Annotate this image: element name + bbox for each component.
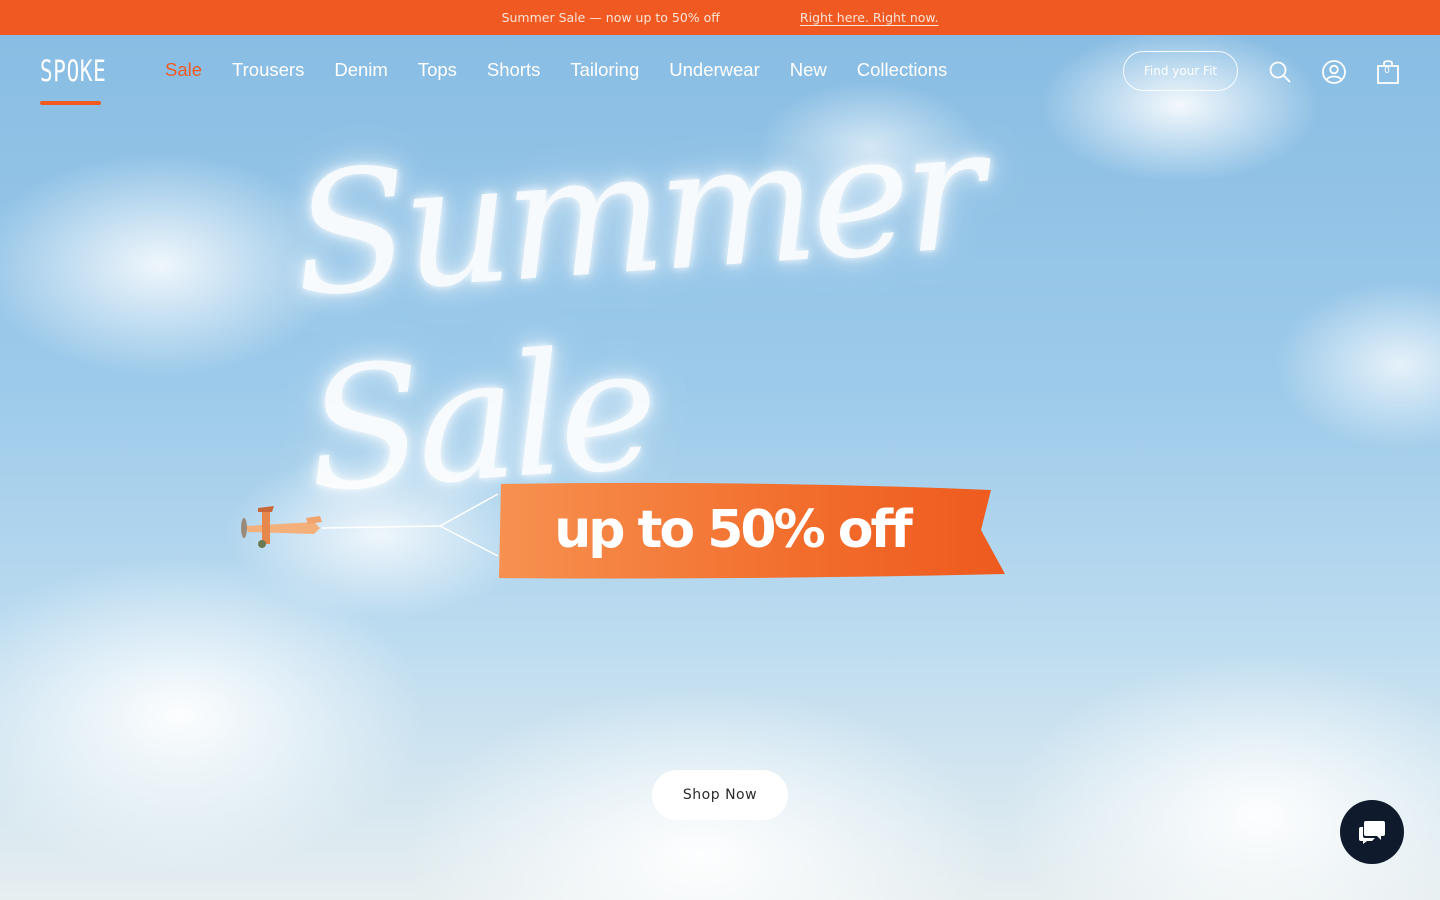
cart-count: 0	[1384, 66, 1390, 76]
announcement-link[interactable]: Right here. Right now.	[800, 10, 939, 25]
tow-rope	[320, 490, 510, 560]
logo[interactable]: SPOKE	[40, 53, 106, 105]
account-icon[interactable]	[1321, 59, 1347, 85]
nav-item-sale[interactable]: Sale	[165, 59, 202, 81]
logo-underline	[40, 101, 101, 105]
bag-icon[interactable]: 0	[1376, 59, 1402, 85]
nav-item-tops[interactable]: Tops	[418, 59, 457, 81]
sale-banner: up to 50% off	[497, 480, 1007, 580]
nav-item-tailoring[interactable]: Tailoring	[570, 59, 639, 81]
biplane-illustration	[236, 500, 326, 552]
nav-item-denim[interactable]: Denim	[334, 59, 387, 81]
chat-bubble-icon	[1359, 821, 1385, 844]
find-your-fit-button[interactable]: Find your Fit	[1123, 51, 1238, 91]
site-header: SPOKE Sale Trousers Denim Tops Shorts Ta…	[0, 35, 1440, 107]
nav-item-trousers[interactable]: Trousers	[232, 59, 304, 81]
chat-launcher[interactable]	[1340, 800, 1404, 864]
announcement-bar: Summer Sale — now up to 50% off Right he…	[0, 0, 1440, 35]
shop-now-button[interactable]: Shop Now	[652, 770, 788, 820]
main-nav: Sale Trousers Denim Tops Shorts Tailorin…	[165, 59, 977, 81]
nav-item-collections[interactable]: Collections	[857, 59, 948, 81]
announcement-message: Summer Sale — now up to 50% off	[501, 10, 720, 25]
nav-item-new[interactable]: New	[790, 59, 827, 81]
search-icon[interactable]	[1267, 59, 1293, 85]
skywriting-headline: Summer Sale	[287, 90, 985, 530]
banner-text: up to 50% off	[554, 500, 913, 560]
nav-item-underwear[interactable]: Underwear	[669, 59, 760, 81]
nav-item-shorts[interactable]: Shorts	[487, 59, 540, 81]
